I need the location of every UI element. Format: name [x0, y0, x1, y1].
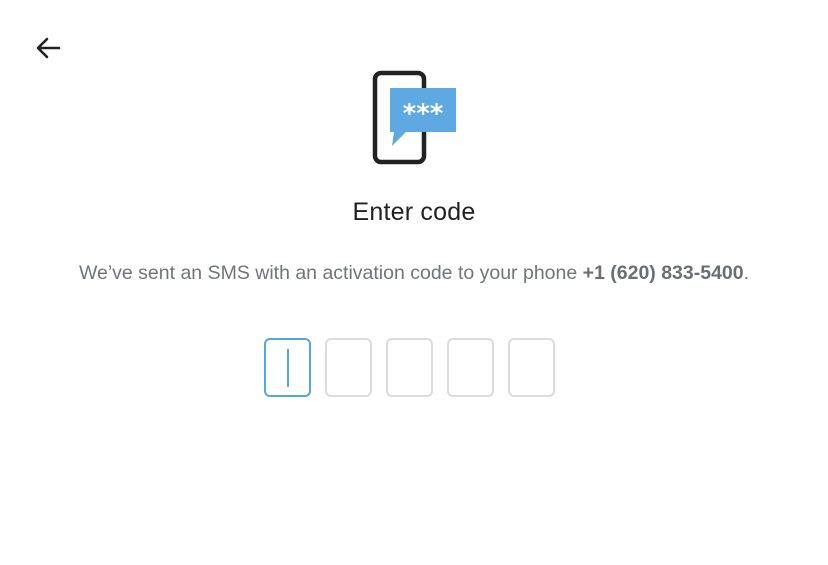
bubble-code-text: *** [403, 99, 444, 129]
back-button[interactable] [30, 30, 66, 66]
instruction-period: . [743, 262, 750, 284]
code-digit-4[interactable] [447, 338, 494, 397]
phone-number: +1 (620) 833-5400 [582, 262, 744, 284]
arrow-left-icon [36, 37, 61, 59]
code-digit-5[interactable] [508, 338, 555, 397]
instruction-text: We’ve sent an SMS with an activation cod… [0, 262, 828, 285]
page-title: Enter code [352, 198, 476, 226]
code-digit-2[interactable] [325, 338, 372, 397]
phone-sms-code-icon: *** [370, 70, 460, 166]
instruction-message: We’ve sent an SMS with an activation cod… [78, 262, 583, 284]
text-caret [286, 348, 289, 387]
code-digit-1[interactable] [264, 338, 311, 397]
code-input-group [264, 338, 555, 397]
enter-code-screen: *** Enter code We’ve sent an SMS with an… [0, 0, 828, 565]
code-digit-3[interactable] [386, 338, 433, 397]
